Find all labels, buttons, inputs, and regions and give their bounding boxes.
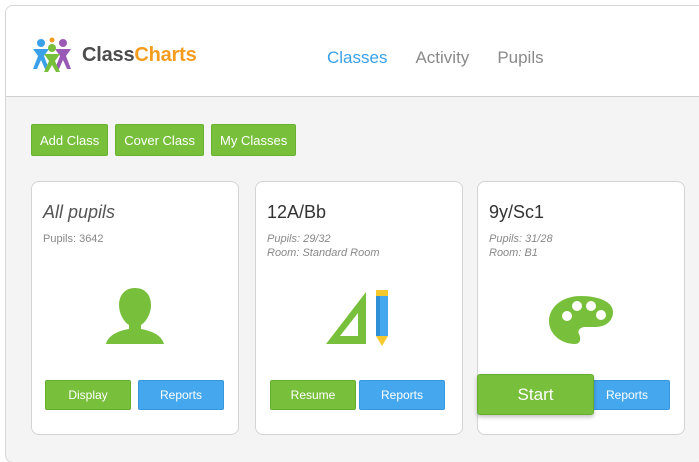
card-room: Room: Standard Room xyxy=(267,247,380,259)
class-card-all-pupils: All pupils Pupils: 3642 Display Reports xyxy=(31,181,239,435)
card-meta: Pupils: 31/28 Room: B1 xyxy=(489,232,553,260)
person-silhouette-icon xyxy=(104,286,166,351)
card-pupil-count: Pupils: 31/28 xyxy=(489,233,553,245)
nav-classes[interactable]: Classes xyxy=(327,48,387,68)
add-class-button[interactable]: Add Class xyxy=(31,124,109,156)
nav-activity[interactable]: Activity xyxy=(415,48,469,68)
reports-button[interactable]: Reports xyxy=(359,380,445,410)
card-title: 9y/Sc1 xyxy=(489,202,545,222)
class-card-12a-bb: 12A/Bb Pupils: 29/32 Room: Standard Room… xyxy=(255,181,463,435)
nav-pupils[interactable]: Pupils xyxy=(497,48,543,68)
set-square-pencil-icon xyxy=(322,286,396,353)
class-toolbar: Add Class Cover Class My Classes xyxy=(31,124,297,156)
reports-button[interactable]: Reports xyxy=(138,380,224,410)
display-button[interactable]: Display xyxy=(45,380,131,410)
my-classes-button[interactable]: My Classes xyxy=(211,124,297,156)
card-meta: Pupils: 29/32 Room: Standard Room xyxy=(267,232,380,260)
paint-palette-icon xyxy=(547,294,615,351)
resume-button[interactable]: Resume xyxy=(270,380,356,410)
card-pupil-count: Pupils: 3642 xyxy=(43,233,104,245)
classcharts-logo-icon xyxy=(33,37,71,72)
app-window: ClassCharts Classes Activity Pupils Add … xyxy=(5,5,699,462)
cover-class-button[interactable]: Cover Class xyxy=(115,124,205,156)
class-card-9y-sc1: 9y/Sc1 Pupils: 31/28 Room: B1 Start Repo… xyxy=(477,181,685,435)
brand-name: ClassCharts xyxy=(82,44,197,67)
logo[interactable]: ClassCharts xyxy=(30,35,197,75)
card-pupil-count: Pupils: 29/32 xyxy=(267,233,331,245)
header: ClassCharts Classes Activity Pupils xyxy=(6,6,699,97)
card-title: 12A/Bb xyxy=(267,202,327,222)
brand-name-part2: Charts xyxy=(134,43,197,66)
start-button[interactable]: Start xyxy=(477,374,594,415)
main-nav: Classes Activity Pupils xyxy=(327,48,544,68)
brand-name-part1: Class xyxy=(82,43,135,66)
card-title: All pupils xyxy=(43,202,116,222)
card-room: Room: B1 xyxy=(489,247,538,259)
reports-button[interactable]: Reports xyxy=(584,380,670,410)
